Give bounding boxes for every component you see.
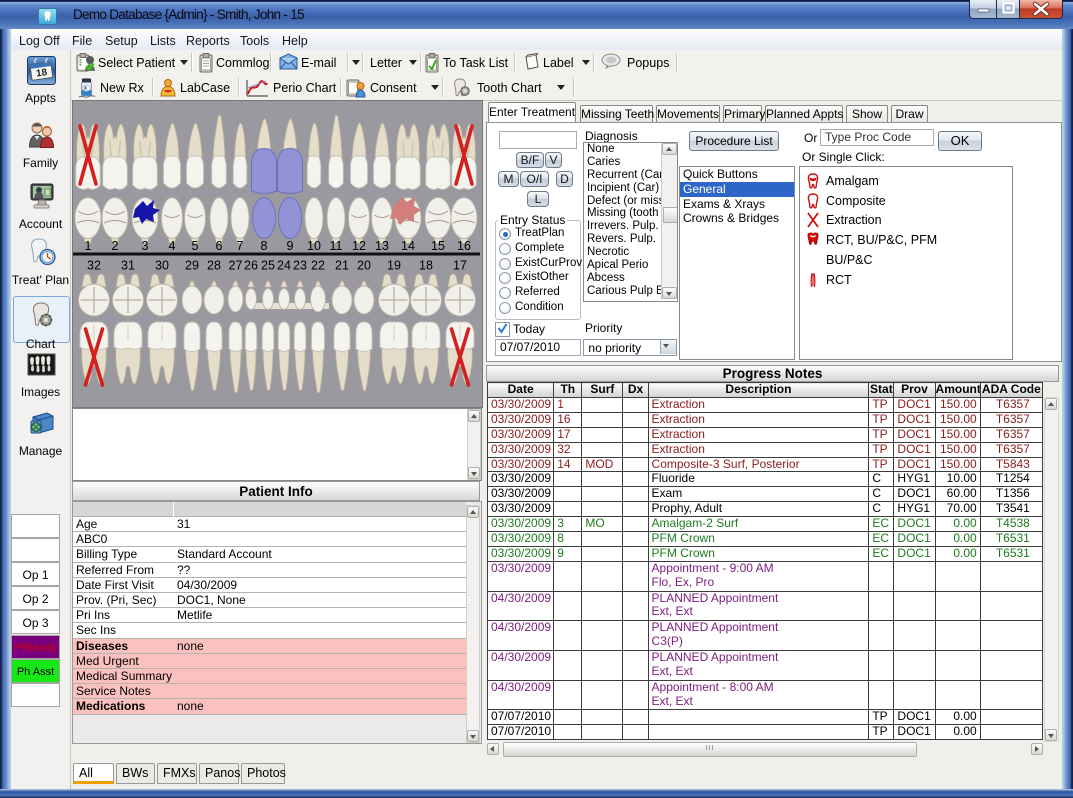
svg-text:10: 10 <box>307 239 321 253</box>
svg-text:25: 25 <box>261 259 275 273</box>
svg-text:1: 1 <box>85 239 92 253</box>
svg-text:19: 19 <box>387 259 401 273</box>
svg-text:29: 29 <box>185 259 199 273</box>
svg-text:15: 15 <box>431 239 445 253</box>
svg-text:20: 20 <box>357 259 371 273</box>
svg-text:31: 31 <box>121 259 135 273</box>
svg-text:22: 22 <box>311 259 325 273</box>
svg-text:14: 14 <box>401 239 415 253</box>
svg-text:21: 21 <box>335 259 349 273</box>
svg-text:8: 8 <box>261 239 268 253</box>
svg-text:13: 13 <box>375 239 389 253</box>
svg-text:6: 6 <box>216 239 223 253</box>
svg-text:11: 11 <box>330 239 343 253</box>
svg-text:32: 32 <box>87 259 101 273</box>
svg-text:26: 26 <box>244 259 258 273</box>
svg-text:4: 4 <box>169 239 176 253</box>
svg-text:28: 28 <box>207 259 221 273</box>
svg-text:16: 16 <box>457 239 471 253</box>
svg-text:18: 18 <box>419 259 433 273</box>
svg-text:3: 3 <box>142 239 149 253</box>
svg-text:23: 23 <box>293 259 307 273</box>
svg-text:17: 17 <box>453 259 467 273</box>
svg-text:27: 27 <box>229 259 243 273</box>
svg-text:12: 12 <box>352 239 366 253</box>
svg-text:9: 9 <box>287 239 294 253</box>
svg-text:24: 24 <box>277 259 291 273</box>
svg-text:2: 2 <box>112 239 119 253</box>
svg-text:18: 18 <box>35 67 48 80</box>
svg-text:5: 5 <box>192 239 199 253</box>
svg-text:30: 30 <box>155 259 169 273</box>
svg-text:7: 7 <box>237 239 244 253</box>
